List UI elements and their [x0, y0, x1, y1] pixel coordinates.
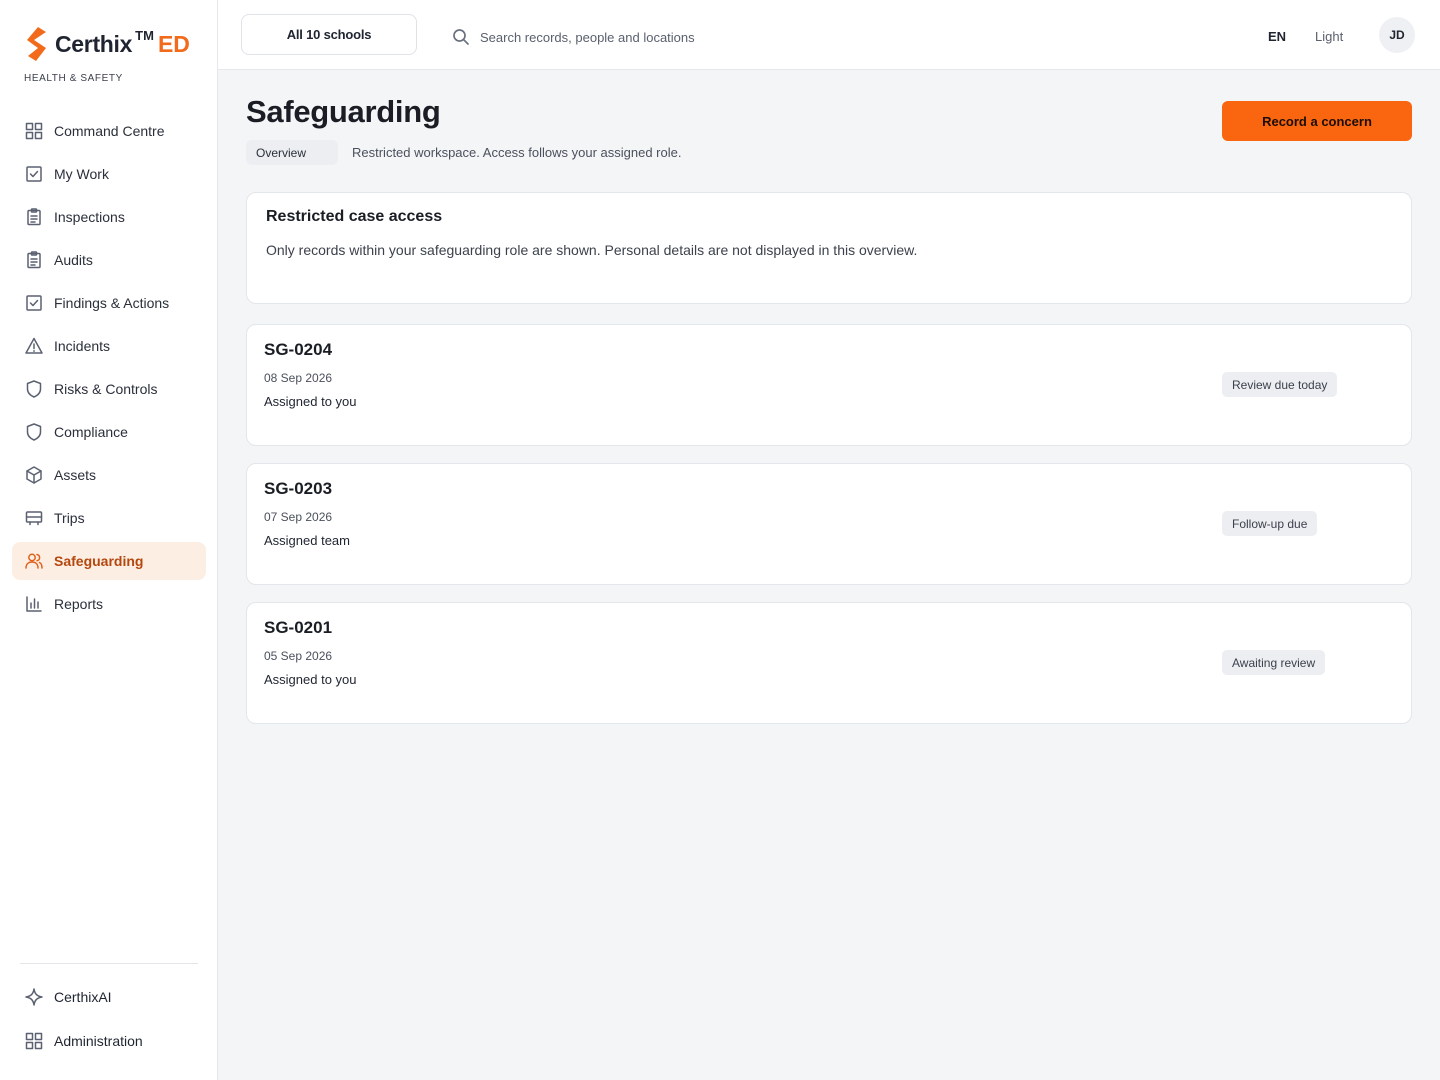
brand-name: Certhix — [55, 30, 133, 57]
shield-icon — [26, 423, 42, 441]
cube-icon — [26, 466, 42, 484]
bar-chart-icon — [26, 596, 42, 612]
certhix-logo-icon — [27, 27, 46, 61]
sidebar-divider — [20, 963, 198, 964]
sidebar-item-command-centre[interactable]: Command Centre — [12, 112, 206, 150]
status-badge: Follow-up due — [1222, 511, 1318, 536]
case-id: SG-0204 — [264, 340, 333, 359]
sidebar-item-label: Incidents — [54, 338, 111, 354]
case-id: SG-0201 — [264, 618, 333, 637]
clipboard-icon — [27, 251, 41, 269]
sidebar-item-administration[interactable]: Administration — [12, 1021, 206, 1061]
tab-overview[interactable]: Overview — [246, 140, 338, 165]
sidebar-item-audits[interactable]: Audits — [12, 241, 206, 279]
sidebar-item-safeguarding[interactable]: Safeguarding — [12, 542, 206, 580]
checkbox-icon — [26, 166, 42, 182]
warning-icon — [25, 337, 43, 354]
case-date: 05 Sep 2026 — [264, 649, 333, 663]
page-title: Safeguarding — [246, 94, 441, 129]
sidebar: Certhix TM ED HEALTH & SAFETY Command Ce… — [0, 0, 218, 1080]
sidebar-bottom-nav: CerthixAI Administration — [12, 977, 206, 1065]
page-subtitle: Restricted workspace. Access follows you… — [352, 145, 682, 160]
status-badge: Review due today — [1222, 372, 1338, 397]
case-id: SG-0203 — [264, 479, 333, 498]
top-bar: All 10 schools EN Light JD — [218, 0, 1440, 70]
brand-trademark: TM — [135, 27, 154, 43]
bus-icon — [25, 511, 43, 526]
search-icon — [451, 27, 471, 47]
sidebar-item-my-work[interactable]: My Work — [12, 155, 206, 193]
sidebar-item-label: Inspections — [54, 209, 125, 225]
sidebar-item-trips[interactable]: Trips — [12, 499, 206, 537]
school-selector[interactable]: All 10 schools — [241, 14, 417, 55]
sidebar-item-label: Reports — [54, 596, 104, 612]
sidebar-item-risks-controls[interactable]: Risks & Controls — [12, 370, 206, 408]
sidebar-item-label: My Work — [54, 166, 109, 182]
language-switch[interactable]: EN — [1268, 29, 1286, 44]
sidebar-item-label: Compliance — [54, 424, 128, 440]
sidebar-item-label: Assets — [54, 467, 97, 483]
sidebar-item-compliance[interactable]: Compliance — [12, 413, 206, 451]
sparkle-icon — [25, 988, 43, 1006]
notice-title: Restricted case access — [266, 208, 443, 225]
sidebar-nav: Command Centre My Work Inspections Audit… — [12, 112, 206, 628]
status-badge: Awaiting review — [1222, 650, 1326, 675]
avatar[interactable]: JD — [1379, 17, 1415, 53]
sidebar-item-label: CerthixAI — [54, 989, 112, 1005]
sidebar-item-assets[interactable]: Assets — [12, 456, 206, 494]
theme-toggle[interactable]: Light — [1315, 29, 1343, 44]
sidebar-item-incidents[interactable]: Incidents — [12, 327, 206, 365]
record-concern-button[interactable]: Record a concern — [1222, 101, 1412, 141]
case-assignment: Assigned to you — [264, 672, 357, 687]
case-card[interactable]: SG-0204 08 Sep 2026 Assigned to you Revi… — [246, 324, 1412, 446]
sidebar-item-label: Trips — [54, 510, 85, 526]
sidebar-item-label: Audits — [54, 252, 93, 268]
grid-icon — [25, 122, 43, 140]
clipboard-icon — [27, 208, 41, 226]
sidebar-item-reports[interactable]: Reports — [12, 585, 206, 623]
case-card[interactable]: SG-0201 05 Sep 2026 Assigned to you Awai… — [246, 602, 1412, 724]
grid-icon — [25, 1032, 43, 1050]
case-date: 07 Sep 2026 — [264, 510, 333, 524]
sidebar-item-findings-actions[interactable]: Findings & Actions — [12, 284, 206, 322]
sidebar-item-label: Safeguarding — [54, 553, 144, 569]
case-assignment: Assigned team — [264, 533, 350, 548]
sidebar-item-label: Findings & Actions — [54, 295, 170, 311]
sidebar-item-label: Command Centre — [54, 123, 165, 139]
sidebar-item-label: Administration — [54, 1033, 143, 1049]
shield-icon — [26, 380, 42, 398]
sidebar-item-label: Risks & Controls — [54, 381, 158, 397]
search-input[interactable] — [480, 24, 900, 50]
people-icon — [25, 553, 43, 569]
checkbox-icon — [26, 295, 42, 311]
sidebar-item-certhixai[interactable]: CerthixAI — [12, 977, 206, 1017]
case-card[interactable]: SG-0203 07 Sep 2026 Assigned team Follow… — [246, 463, 1412, 585]
case-assignment: Assigned to you — [264, 394, 357, 409]
notice-text: Only records within your safeguarding ro… — [266, 242, 918, 258]
brand-subtitle: HEALTH & SAFETY — [24, 73, 123, 84]
case-date: 08 Sep 2026 — [264, 371, 333, 385]
restricted-access-notice: Restricted case access Only records with… — [246, 192, 1412, 304]
brand-suffix: ED — [157, 30, 190, 57]
sidebar-item-inspections[interactable]: Inspections — [12, 198, 206, 236]
brand-logo[interactable]: Certhix TM ED — [24, 24, 190, 64]
